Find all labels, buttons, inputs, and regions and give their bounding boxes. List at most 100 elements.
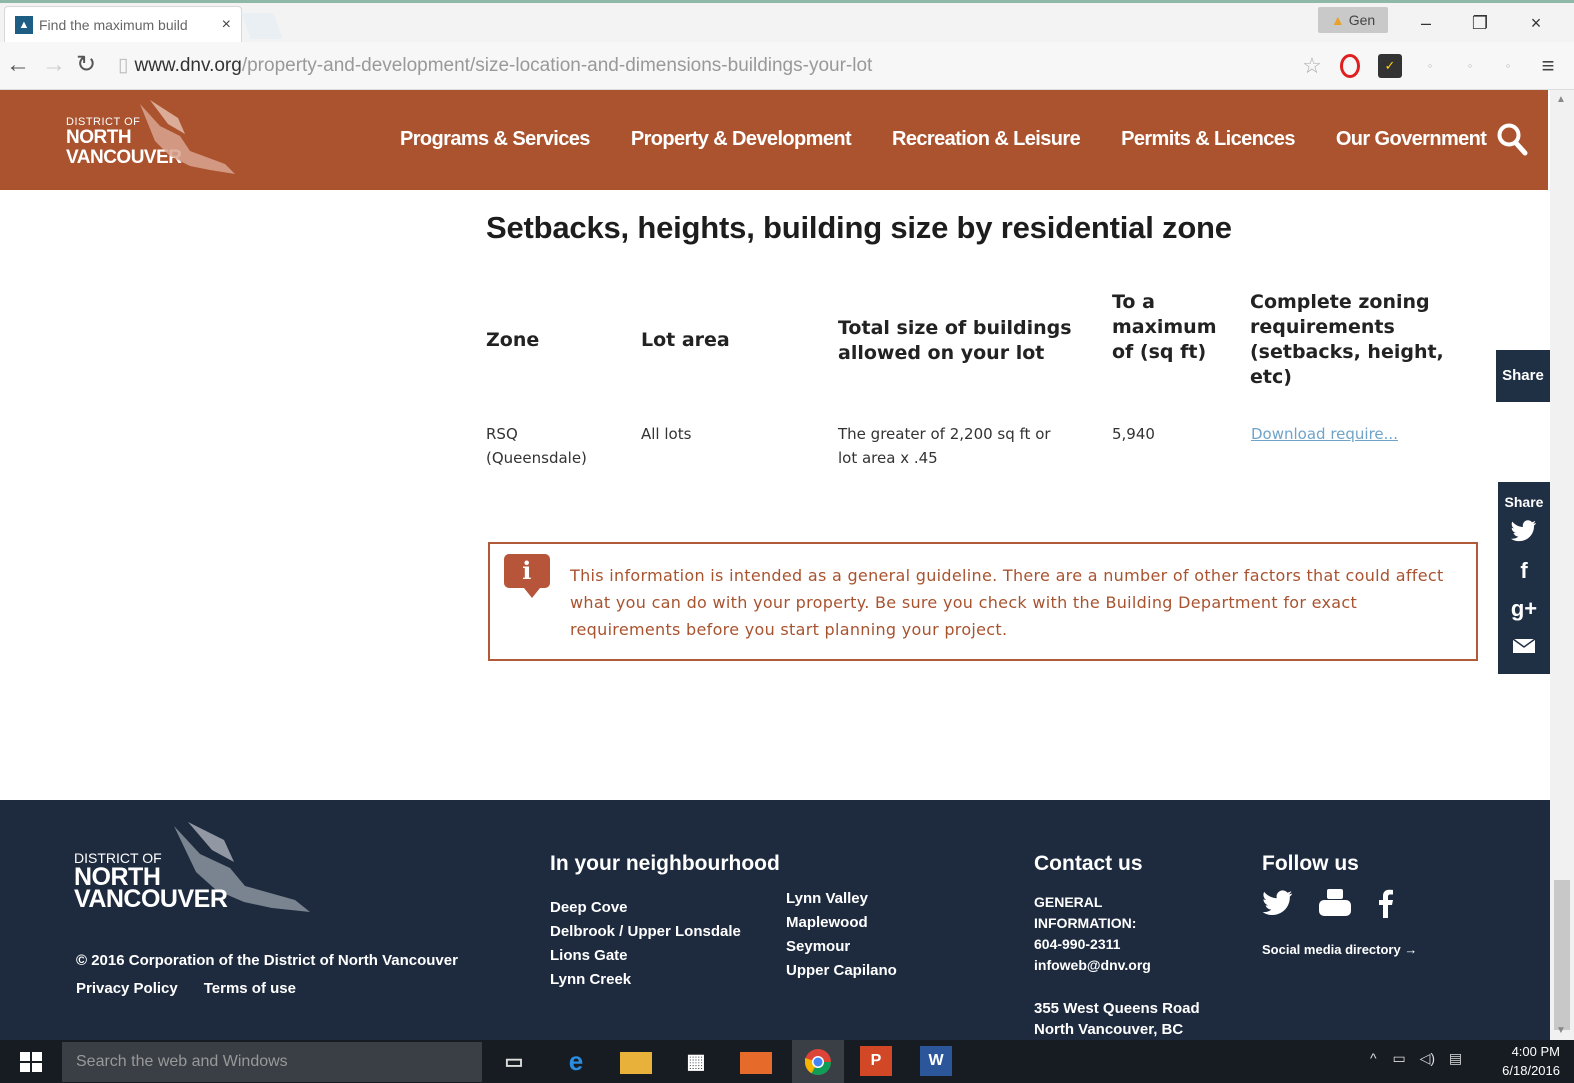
neighbourhood-link[interactable]: Lynn Valley (786, 887, 897, 911)
scrollbar-thumb[interactable] (1554, 880, 1570, 1030)
follow-icons (1262, 888, 1394, 918)
twitter-icon[interactable] (1498, 520, 1550, 548)
task-view-icon[interactable]: ▭ (498, 1046, 530, 1076)
nav-property-development[interactable]: Property & Development (631, 128, 852, 151)
contact-phone[interactable]: 604-990-2311 (1034, 934, 1151, 955)
word-icon[interactable]: W (920, 1046, 952, 1076)
address-line: North Vancouver, BC (1034, 1021, 1184, 1038)
search-icon[interactable] (1496, 122, 1528, 156)
scroll-down-icon[interactable]: ▼ (1556, 1025, 1566, 1036)
clock-date: 6/18/2016 (1502, 1063, 1560, 1078)
contact-email[interactable]: infoweb@dnv.org (1034, 955, 1151, 976)
menu-icon[interactable]: ≡ (1536, 54, 1560, 78)
windows-start-icon[interactable] (20, 1052, 42, 1072)
nav-permits-licences[interactable]: Permits & Licences (1121, 128, 1295, 151)
bookmark-star-icon[interactable]: ☆ (1300, 54, 1324, 78)
col-header-zone: Zone (486, 329, 540, 351)
neighbourhood-link[interactable]: Upper Capilano (786, 959, 897, 983)
social-media-directory-link[interactable]: Social media directory → (1262, 942, 1417, 957)
cell-maximum: 5,940 (1112, 425, 1155, 443)
chrome-taskbar-button[interactable] (792, 1040, 844, 1083)
battery-icon[interactable]: ▭ (1392, 1050, 1405, 1066)
forward-arrow-icon[interactable]: → (42, 52, 66, 78)
col-header-maximum: To a maximum of (sq ft) (1112, 291, 1217, 363)
facebook-icon[interactable] (1376, 888, 1394, 918)
neighbourhood-link[interactable]: Delbrook / Upper Lonsdale (550, 920, 741, 944)
media-player-icon[interactable] (740, 1052, 772, 1074)
download-requirements-link[interactable]: Download require... (1251, 422, 1398, 446)
info-notice: i This information is intended as a gene… (488, 542, 1478, 661)
neighbourhood-link[interactable]: Seymour (786, 935, 897, 959)
edge-browser-icon[interactable]: e (560, 1046, 592, 1076)
tab-close-icon[interactable]: × (222, 16, 231, 34)
url-path: /property-and-development/size-location-… (241, 55, 873, 76)
window-close-button[interactable]: × (1516, 9, 1556, 37)
tray-expand-icon[interactable]: ^ (1370, 1050, 1377, 1066)
url-field[interactable]: ▯ www.dnv.org/property-and-development/si… (118, 50, 1284, 82)
store-icon[interactable]: ▦ (680, 1046, 712, 1076)
clock-time: 4:00 PM (1511, 1044, 1560, 1059)
volume-icon[interactable]: ◁) (1420, 1050, 1435, 1066)
opera-icon[interactable] (1340, 54, 1360, 78)
extension-icon[interactable]: ◦ (1496, 54, 1520, 78)
extension-icon[interactable]: ◦ (1418, 54, 1442, 78)
neighbourhood-link[interactable]: Lynn Creek (550, 968, 741, 992)
neighbourhood-link[interactable]: Maplewood (786, 911, 897, 935)
warning-icon: ▲ (1330, 12, 1345, 28)
powerpoint-icon[interactable]: P (860, 1046, 892, 1076)
neighbourhood-link[interactable]: Lions Gate (550, 944, 741, 968)
notifications-icon[interactable]: ▤ (1449, 1050, 1462, 1066)
url-domain: www.dnv.org (134, 55, 242, 76)
nav-recreation-leisure[interactable]: Recreation & Leisure (892, 128, 1081, 151)
contact-info: GENERAL INFORMATION: 604-990-2311 infowe… (1034, 892, 1151, 976)
address-line: 355 West Queens Road (1034, 1000, 1200, 1017)
contact-line: GENERAL (1034, 894, 1103, 910)
share-label: Share (1504, 494, 1544, 510)
footer-logo[interactable]: DISTRICT OF NORTH VANCOUVER (74, 850, 228, 912)
cell-zone: RSQ (Queensdale) (486, 425, 587, 467)
file-explorer-icon[interactable] (620, 1052, 652, 1074)
footer-legal-links: Privacy Policy Terms of use (76, 980, 296, 997)
site-favicon-icon: ▲ (15, 15, 33, 34)
share-button[interactable]: Share (1496, 350, 1550, 402)
page-icon: ▯ (118, 55, 129, 76)
nav-our-government[interactable]: Our Government (1336, 128, 1487, 151)
neighbourhood-list-2: Lynn Valley Maplewood Seymour Upper Capi… (786, 887, 897, 983)
cell-total-size: The greater of 2,200 sq ft or lot area x… (838, 425, 1051, 467)
nav-programs-services[interactable]: Programs & Services (400, 128, 590, 151)
scroll-up-icon[interactable]: ▲ (1556, 94, 1566, 105)
follow-heading: Follow us (1262, 852, 1359, 875)
back-arrow-icon[interactable]: ← (6, 52, 30, 78)
twitter-icon[interactable] (1262, 890, 1294, 916)
email-icon[interactable] (1498, 634, 1550, 662)
page-title: Setbacks, heights, building size by resi… (486, 210, 1232, 245)
youtube-icon[interactable] (1318, 888, 1352, 918)
address: 355 West Queens Road North Vancouver, BC (1034, 998, 1200, 1040)
checklist-extension-icon[interactable]: ✓ (1378, 54, 1402, 78)
col-header-total-size: Total size of buildings allowed on your … (838, 317, 1072, 364)
profile-button[interactable]: ▲ Gen (1318, 7, 1388, 33)
eagle-logo-icon (140, 100, 235, 174)
taskbar-search-input[interactable]: Search the web and Windows (62, 1042, 482, 1082)
contact-line: INFORMATION: (1034, 915, 1137, 931)
col-header-lot-area: Lot area (641, 329, 730, 351)
extension-icon[interactable]: ◦ (1458, 54, 1482, 78)
browser-tab[interactable]: ▲ Find the maximum build × (4, 6, 242, 42)
reload-icon[interactable]: ↻ (76, 52, 96, 78)
restore-button[interactable]: ❐ (1460, 9, 1500, 37)
new-tab-button[interactable] (241, 13, 283, 39)
neighbourhood-link[interactable]: Deep Cove (550, 896, 741, 920)
info-icon: i (504, 554, 550, 598)
privacy-policy-link[interactable]: Privacy Policy (76, 980, 178, 997)
contact-heading: Contact us (1034, 852, 1143, 875)
site-footer: DISTRICT OF NORTH VANCOUVER © 2016 Corpo… (0, 800, 1550, 1040)
tab-title: Find the maximum build (39, 16, 188, 33)
chrome-icon (804, 1048, 832, 1075)
minimize-button[interactable]: – (1406, 9, 1446, 37)
terms-of-use-link[interactable]: Terms of use (204, 980, 296, 997)
google-plus-icon[interactable]: g+ (1498, 596, 1550, 624)
system-tray: ^ ▭ ◁) ▤ (1370, 1050, 1462, 1067)
facebook-icon[interactable]: f (1498, 558, 1550, 586)
taskbar-clock[interactable]: 4:00 PM 6/18/2016 (1490, 1042, 1560, 1080)
page-scrollbar[interactable]: ▲ ▼ (1550, 90, 1574, 1040)
